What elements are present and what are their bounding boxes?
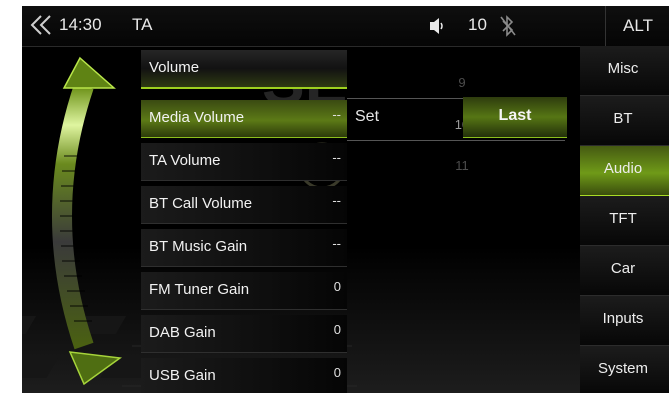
arc-up-arrow-icon — [62, 56, 116, 89]
settings-row-label: Media Volume — [149, 109, 245, 126]
settings-header-label: Volume — [149, 59, 200, 76]
speaker-icon — [430, 18, 443, 34]
settings-row-value: -- — [332, 193, 341, 208]
back-chevrons-icon[interactable] — [28, 13, 54, 37]
settings-row-label: USB Gain — [149, 367, 216, 384]
bluetooth-disabled-icon — [500, 15, 516, 37]
settings-header-volume[interactable]: Volume — [141, 50, 347, 89]
tab-misc[interactable]: Misc — [580, 46, 669, 96]
tab-car[interactable]: Car — [580, 246, 669, 296]
settings-row-label: DAB Gain — [149, 324, 216, 341]
arc-down-arrow-icon — [68, 351, 122, 386]
alt-label: ALT — [623, 16, 653, 35]
value-picker[interactable]: 9 Set 10 Last 11 — [347, 46, 580, 393]
picker-value-next[interactable]: 11 — [437, 158, 487, 173]
settings-row-media-volume[interactable]: Media Volume -- — [141, 100, 347, 138]
settings-row-ta-volume[interactable]: TA Volume -- — [141, 143, 347, 181]
settings-row-value: 0 — [333, 365, 341, 380]
tab-label: TFT — [609, 210, 637, 227]
tab-label: Inputs — [602, 310, 644, 327]
settings-row-value: -- — [332, 107, 341, 122]
settings-row-bt-call-volume[interactable]: BT Call Volume -- — [141, 186, 347, 224]
tab-label: Misc — [607, 60, 639, 77]
tab-label: Car — [610, 260, 636, 277]
settings-row-label: BT Call Volume — [149, 195, 253, 212]
current-source: TA — [132, 15, 153, 34]
settings-row-value: 0 — [333, 322, 341, 337]
settings-row-value: 0 — [333, 279, 341, 294]
settings-row-label: BT Music Gain — [149, 238, 248, 255]
settings-row-usb-gain[interactable]: USB Gain 0 — [141, 358, 347, 393]
picker-divider — [347, 140, 565, 141]
tab-tft[interactable]: TFT — [580, 196, 669, 246]
last-button[interactable]: Last — [463, 97, 567, 138]
settings-row-value: -- — [332, 236, 341, 251]
settings-row-label: TA Volume — [149, 152, 221, 169]
tab-audio[interactable]: Audio — [580, 146, 669, 197]
category-tabs: Misc BT Audio TFT Car Inputs System — [580, 46, 669, 393]
last-button-label: Last — [498, 107, 532, 124]
set-label: Set — [355, 108, 380, 125]
head-unit-screen: SE — [22, 6, 669, 393]
tab-inputs[interactable]: Inputs — [580, 296, 669, 346]
status-bar: 14:30 TA 10 ALT — [22, 6, 669, 47]
volume-arc-slider[interactable] — [22, 46, 137, 393]
picker-value-prev[interactable]: 9 — [437, 75, 487, 90]
tab-label: Audio — [603, 160, 643, 177]
settings-row-fm-tuner-gain[interactable]: FM Tuner Gain 0 — [141, 272, 347, 310]
tab-system[interactable]: System — [580, 346, 669, 393]
clock-time: 14:30 — [59, 15, 102, 34]
tab-label: System — [597, 360, 648, 377]
settings-row-dab-gain[interactable]: DAB Gain 0 — [141, 315, 347, 353]
tab-bt[interactable]: BT — [580, 96, 669, 146]
settings-row-value: -- — [332, 150, 341, 165]
tab-label: BT — [613, 110, 633, 127]
volume-level: 10 — [468, 15, 487, 34]
alt-button[interactable]: ALT — [605, 6, 669, 46]
settings-row-label: FM Tuner Gain — [149, 281, 250, 298]
settings-row-bt-music-gain[interactable]: BT Music Gain -- — [141, 229, 347, 267]
